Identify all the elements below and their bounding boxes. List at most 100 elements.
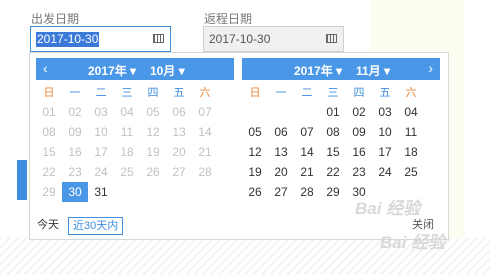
month-select[interactable]: 10月 ▾ (150, 62, 185, 79)
chevron-left-icon[interactable]: ‹ (43, 60, 48, 76)
day-cell: 11 (120, 125, 134, 139)
day-cell[interactable]: 13 (268, 142, 294, 162)
return-date-value[interactable]: 2017-10-30 (209, 32, 270, 47)
weekday-header: 日一二三四五六 (242, 84, 440, 102)
week-row: 15 16 17 18 19 20 21 (36, 142, 234, 162)
day-cell (166, 182, 192, 202)
day-cell[interactable]: 10 (372, 122, 398, 142)
day-cell[interactable]: 09 (346, 122, 372, 142)
year-select[interactable]: 2017年 ▾ (88, 62, 136, 79)
day-cell[interactable]: 16 (346, 142, 372, 162)
day-cell[interactable]: 21 (294, 162, 320, 182)
day-cell[interactable]: 15 (320, 142, 346, 162)
weekday-label: 六 (199, 87, 211, 99)
day-cell[interactable]: 08 (320, 122, 346, 142)
month-select[interactable]: 11月 ▾ (356, 62, 390, 79)
week-row: 01 02 03 04 (242, 102, 440, 122)
week-row: 12 13 14 15 16 17 18 (242, 142, 440, 162)
day-cell: 01 (42, 105, 56, 119)
day-cell[interactable]: 23 (346, 162, 372, 182)
day-cell[interactable]: 27 (268, 182, 294, 202)
day-cell[interactable]: 26 (242, 182, 268, 202)
weekday-label: 二 (95, 87, 107, 99)
caret-down-icon: ▾ (336, 64, 343, 78)
day-cell[interactable]: 12 (242, 142, 268, 162)
weekday-label: 一 (69, 87, 81, 99)
day-cell[interactable]: 20 (268, 162, 294, 182)
today-button[interactable]: 今天 (37, 217, 59, 233)
day-cell: 19 (146, 145, 160, 159)
day-cell[interactable]: 05 (242, 122, 268, 142)
calendar-november: 2017年 ▾ 11月 ▾ › 日一二三四五六 01 02 03 04 05 06 07 08… (242, 58, 440, 202)
day-cell: 24 (94, 165, 108, 179)
day-cell[interactable]: 14 (294, 142, 320, 162)
selected-day-cell[interactable]: 30 (62, 182, 88, 202)
day-cell[interactable]: 19 (242, 162, 268, 182)
day-cell: 08 (42, 125, 56, 139)
weekday-label: 四 (353, 87, 365, 99)
day-cell: 29 (42, 185, 56, 199)
day-cell[interactable]: 28 (294, 182, 320, 202)
return-date-field[interactable]: 2017-10-30 (203, 26, 344, 52)
day-cell: 23 (68, 165, 82, 179)
calendar-icon[interactable] (326, 34, 337, 43)
calendar-october: ‹ 2017年 ▾ 10月 ▾ 日 一 二 三 四 五 六 01 02 03 04 05 06 07 08… (36, 58, 234, 202)
week-row: 01 02 03 04 05 06 07 (36, 102, 234, 122)
day-cell[interactable]: 11 (398, 122, 424, 142)
day-cell: 26 (146, 165, 160, 179)
day-cell: 09 (68, 125, 82, 139)
week-row: 08 09 10 11 12 13 14 (36, 122, 234, 142)
day-cell[interactable]: 01 (320, 102, 346, 122)
day-cell: 12 (146, 125, 160, 139)
day-cell[interactable]: 18 (398, 142, 424, 162)
day-cell: 27 (172, 165, 186, 179)
day-cell (294, 102, 320, 122)
weekday-header: 日一二三四五六 (36, 84, 234, 102)
day-cell[interactable]: 17 (372, 142, 398, 162)
day-grid: 01 02 03 04 05 06 07 08 09 10 11 12 13 14 15 16 17 18 19 20… (242, 102, 440, 202)
day-cell (140, 182, 166, 202)
day-cell: 25 (120, 165, 134, 179)
day-cell: 21 (198, 145, 212, 159)
day-cell: 16 (68, 145, 82, 159)
caret-down-icon: ▾ (178, 64, 185, 78)
day-cell: 05 (146, 105, 160, 119)
day-cell[interactable]: 25 (398, 162, 424, 182)
caret-down-icon: ▾ (384, 64, 391, 78)
depart-date-field[interactable]: 2017-10-30 (30, 26, 171, 52)
day-cell[interactable]: 31 (88, 182, 114, 202)
day-cell: 14 (198, 125, 212, 139)
day-cell (114, 182, 140, 202)
weekday-label: 一 (275, 87, 287, 99)
day-cell[interactable]: 22 (320, 162, 346, 182)
day-cell[interactable]: 29 (320, 182, 346, 202)
day-cell (242, 102, 268, 122)
depart-date-value[interactable]: 2017-10-30 (36, 32, 100, 47)
day-cell: 17 (94, 145, 108, 159)
last-30-days-button[interactable]: 近30天内 (68, 217, 124, 235)
weekday-label: 日 (43, 87, 55, 99)
day-grid: 01 02 03 04 05 06 07 08 09 10 11 12 13 14 15 16 17 18 19 20… (36, 102, 234, 202)
day-cell: 15 (42, 145, 56, 159)
day-cell: 07 (198, 105, 212, 119)
day-cell[interactable]: 07 (294, 122, 320, 142)
day-cell[interactable]: 03 (372, 102, 398, 122)
caret-down-icon: ▾ (130, 64, 137, 78)
week-row: 05 06 07 08 09 10 11 (242, 122, 440, 142)
day-cell: 04 (120, 105, 134, 119)
day-cell[interactable]: 24 (372, 162, 398, 182)
day-cell (192, 182, 218, 202)
calendar-icon[interactable] (153, 34, 164, 43)
day-cell[interactable]: 02 (346, 102, 372, 122)
day-cell: 28 (198, 165, 212, 179)
year-select[interactable]: 2017年 ▾ (294, 62, 342, 79)
day-cell: 10 (94, 125, 108, 139)
day-cell[interactable]: 04 (398, 102, 424, 122)
day-cell[interactable]: 06 (268, 122, 294, 142)
week-row: 29 30 31 (36, 182, 234, 202)
weekday-label: 三 (327, 87, 339, 99)
week-row: 22 23 24 25 26 27 28 (36, 162, 234, 182)
day-cell: 20 (172, 145, 186, 159)
chevron-right-icon[interactable]: › (428, 60, 433, 76)
watermark: Bai 经验 (380, 233, 446, 252)
